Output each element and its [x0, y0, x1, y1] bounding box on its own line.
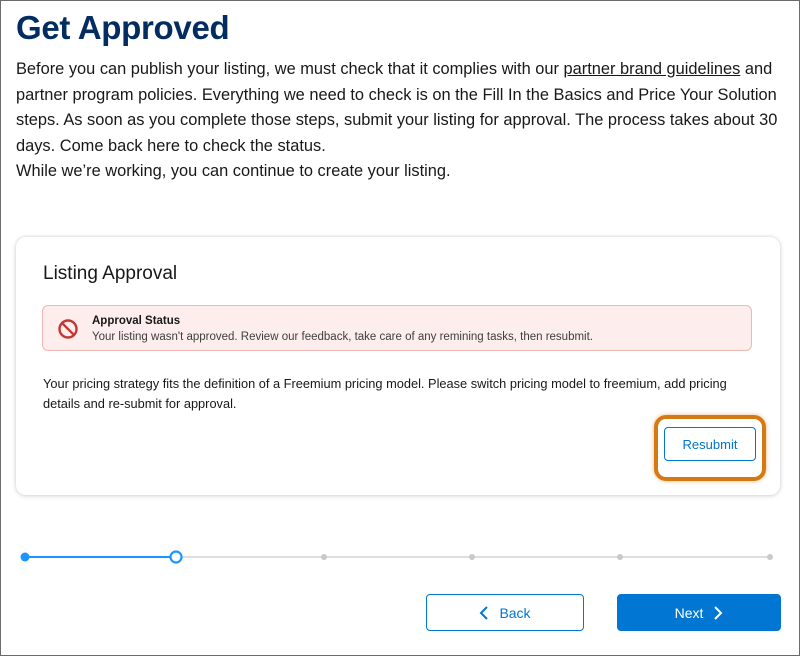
- resubmit-button[interactable]: Resubmit: [664, 427, 756, 461]
- intro-paragraph-2: While we’re working, you can continue to…: [16, 162, 451, 180]
- chevron-left-icon: [480, 605, 489, 620]
- intro-paragraph: Before you can publish your listing, we …: [16, 57, 786, 159]
- ban-icon: [58, 319, 78, 339]
- step-3[interactable]: [321, 554, 327, 560]
- approval-status-alert: Approval Status Your listing wasn't appr…: [42, 305, 752, 351]
- step-5[interactable]: [617, 554, 623, 560]
- intro-text-part1: Before you can publish your listing, we …: [16, 60, 564, 78]
- partner-brand-guidelines-link[interactable]: partner brand guidelines: [564, 60, 741, 78]
- step-4[interactable]: [469, 554, 475, 560]
- step-2-current[interactable]: [169, 550, 183, 564]
- page-title: Get Approved: [16, 9, 230, 46]
- listing-approval-card: Listing Approval Approval Status Your li…: [16, 237, 780, 495]
- alert-heading: Approval Status: [92, 315, 181, 327]
- card-title: Listing Approval: [43, 263, 178, 284]
- card-body-text: Your pricing strategy fits the definitio…: [43, 376, 727, 411]
- back-button[interactable]: Back: [426, 594, 584, 631]
- step-6[interactable]: [767, 554, 773, 560]
- alert-text: Your listing wasn't approved. Review our…: [92, 331, 594, 343]
- back-button-label: Back: [499, 604, 531, 621]
- resubmit-highlight: Resubmit: [654, 415, 766, 481]
- chevron-right-icon: [714, 605, 723, 620]
- step-1-complete[interactable]: [20, 552, 30, 562]
- progress-stepper: [20, 550, 773, 564]
- intro-text: Before you can publish your listing, we …: [16, 57, 786, 185]
- next-button-label: Next: [674, 604, 704, 621]
- next-button[interactable]: Next: [617, 594, 781, 631]
